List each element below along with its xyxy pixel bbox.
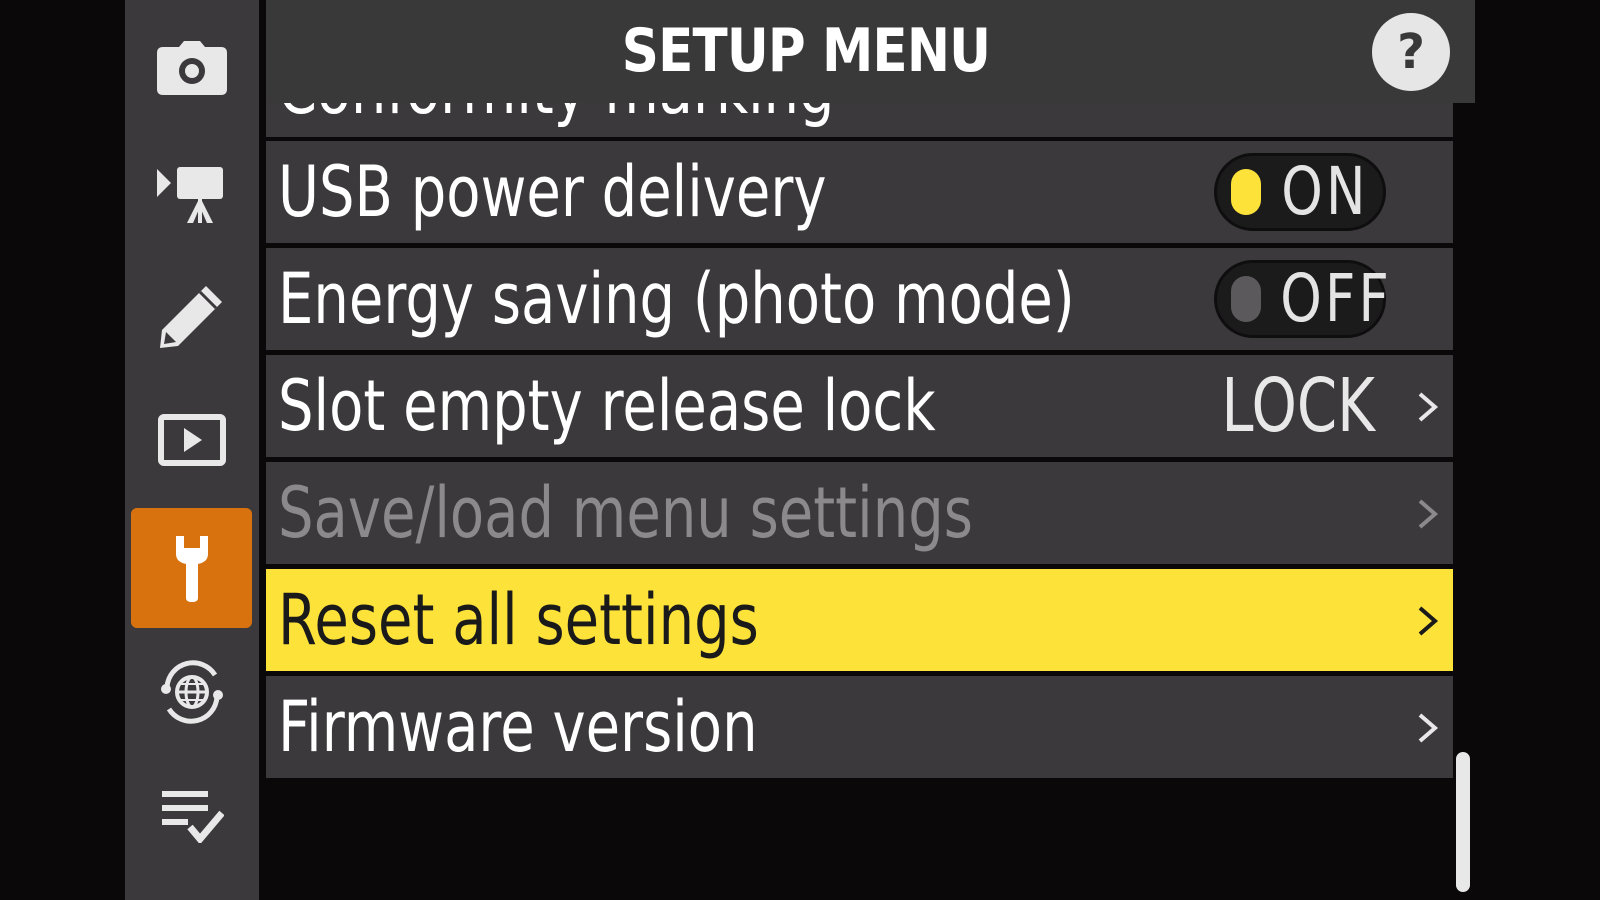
- menu-item-label: Conformity marking: [278, 103, 834, 130]
- menu-item-energy-saving[interactable]: Energy saving (photo mode) OFF: [266, 248, 1453, 350]
- toggle-state-text: OFF: [1280, 260, 1393, 337]
- tab-my-menu[interactable]: [131, 756, 252, 876]
- camera-screen: SETUP MENU ? Conformity marking USB powe…: [0, 0, 1600, 900]
- help-button[interactable]: ?: [1372, 13, 1450, 91]
- chevron-right-icon: [1418, 606, 1439, 636]
- usb-power-delivery-toggle[interactable]: ON: [1214, 153, 1386, 231]
- tab-video-recording[interactable]: [131, 134, 252, 254]
- energy-saving-toggle[interactable]: OFF: [1214, 260, 1393, 338]
- tab-photo-shooting[interactable]: [131, 8, 252, 128]
- chevron-right-icon: [1418, 713, 1439, 743]
- menu-item-label: Reset all settings: [278, 579, 759, 661]
- menu-item-slot-empty-release-lock[interactable]: Slot empty release lock LOCK: [266, 355, 1453, 457]
- page-title: SETUP MENU: [621, 16, 991, 86]
- menu-item-firmware-version[interactable]: Firmware version: [266, 676, 1453, 778]
- menu-header: SETUP MENU ?: [266, 0, 1475, 103]
- tab-setup[interactable]: [131, 508, 252, 628]
- menu-item-label: Firmware version: [278, 686, 758, 768]
- menu-item-label: Save/load menu settings: [278, 472, 973, 554]
- wrench-icon: [175, 536, 208, 602]
- menu-item-save-load-menu-settings[interactable]: Save/load menu settings: [266, 462, 1453, 564]
- network-globe-icon: [160, 660, 223, 724]
- menu-item-label: Energy saving (photo mode): [278, 258, 1075, 340]
- scrollbar[interactable]: [1456, 752, 1470, 892]
- chevron-right-icon: [1418, 392, 1439, 422]
- tab-custom-settings[interactable]: [131, 256, 252, 376]
- menu-item-usb-power-delivery[interactable]: USB power delivery ON: [266, 141, 1453, 243]
- menu-item-reset-all-settings[interactable]: Reset all settings: [266, 569, 1453, 671]
- tab-playback[interactable]: [131, 380, 252, 500]
- menu-tabs-sidebar: [125, 0, 259, 900]
- camera-icon: [156, 41, 227, 95]
- toggle-knob-on: [1231, 169, 1261, 215]
- tab-network[interactable]: [131, 632, 252, 752]
- movie-camera-icon: [156, 167, 223, 223]
- menu-item-value: LOCK: [1221, 363, 1375, 449]
- pencil-icon: [159, 286, 222, 348]
- toggle-knob-off: [1231, 276, 1261, 322]
- chevron-right-icon: [1418, 499, 1439, 529]
- menu-item-label: Slot empty release lock: [278, 365, 936, 447]
- menu-item-label: USB power delivery: [278, 151, 827, 233]
- toggle-state-text: ON: [1281, 153, 1369, 230]
- playback-icon: [157, 414, 226, 466]
- my-menu-checklist-icon: [161, 791, 224, 843]
- menu-item-partial[interactable]: Conformity marking: [266, 103, 1453, 137]
